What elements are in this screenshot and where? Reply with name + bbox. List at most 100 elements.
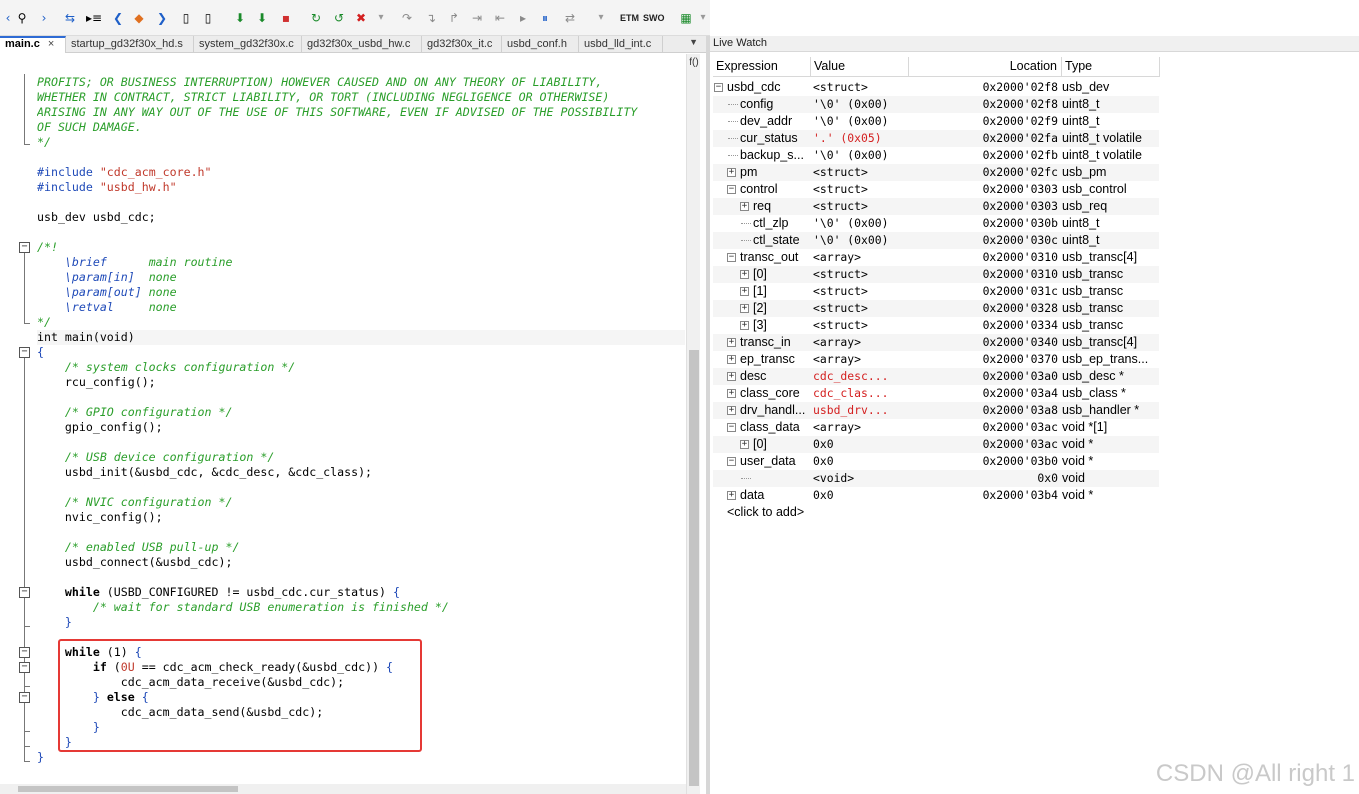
expand-icon[interactable]: + (740, 304, 749, 313)
watch-row[interactable]: dev_addr '\0' (0x00) 0x2000'02f9 uint8_t (713, 113, 1159, 130)
expand-icon[interactable]: + (740, 270, 749, 279)
watch-value[interactable]: usbd_drv... (813, 402, 907, 419)
tab-main-c[interactable]: main.c × (0, 36, 66, 53)
fold-toggle-icon[interactable]: − (19, 692, 30, 703)
watch-row[interactable]: + [0] 0x0 0x2000'03ac void * (713, 436, 1159, 453)
code-line[interactable]: #include "cdc_acm_core.h" (37, 165, 212, 180)
code-line[interactable]: /* NVIC configuration */ (37, 495, 233, 510)
code-line[interactable]: usb_dev usbd_cdc; (37, 210, 156, 225)
watch-value[interactable]: <struct> (813, 198, 907, 215)
next-statement-icon[interactable]: ⇥ (469, 10, 485, 26)
watch-value[interactable]: '\0' (0x00) (813, 215, 907, 232)
stop-icon[interactable]: ✖ (353, 10, 369, 26)
watch-value[interactable]: cdc_desc... (813, 368, 907, 385)
watch-value[interactable]: <struct> (813, 283, 907, 300)
code-line[interactable]: /* enabled USB pull-up */ (37, 540, 240, 555)
swo-button[interactable]: SWO (643, 13, 665, 23)
code-line[interactable]: /*! (37, 240, 58, 255)
watch-value[interactable]: <void> (813, 470, 907, 487)
reset-icon[interactable]: ↺ (331, 10, 347, 26)
watch-row[interactable]: cur_status '.' (0x05) 0x2000'02fa uint8_t v… (713, 130, 1159, 147)
expand-icon[interactable]: + (727, 338, 736, 347)
code-line[interactable]: */ (37, 315, 51, 330)
watch-value[interactable]: <array> (813, 419, 907, 436)
tab-system-gd32f30x[interactable]: system_gd32f30x.c (194, 36, 302, 53)
code-line[interactable]: nvic_config(); (37, 510, 163, 525)
fold-toggle-icon[interactable]: − (19, 647, 30, 658)
step-over-icon[interactable]: ↷ (399, 10, 415, 26)
watch-value[interactable]: '\0' (0x00) (813, 232, 907, 249)
download-green-icon[interactable]: ⬇ (254, 10, 270, 26)
watch-value[interactable]: '\0' (0x00) (813, 147, 907, 164)
watch-value[interactable]: <struct> (813, 181, 907, 198)
tab-usbd-lld-int[interactable]: usbd_lld_int.c (579, 36, 663, 53)
find-icon[interactable]: ⚲ (14, 10, 30, 26)
watch-value[interactable]: <struct> (813, 317, 907, 334)
watch-row[interactable]: backup_s... '\0' (0x00) 0x2000'02fb uint8_t… (713, 147, 1159, 164)
column-header-type[interactable]: Type (1062, 57, 1160, 77)
expand-icon[interactable]: + (727, 372, 736, 381)
dropdown-icon[interactable]: ▾ (378, 10, 384, 26)
code-line[interactable]: \param[out] none (37, 285, 177, 300)
code-line[interactable]: #include "usbd_hw.h" (37, 180, 177, 195)
step-into-icon[interactable]: ↴ (423, 10, 439, 26)
watch-row[interactable]: + desc cdc_desc... 0x2000'03a0 usb_desc * (713, 368, 1159, 385)
column-header-location[interactable]: Location (909, 57, 1062, 77)
code-line[interactable]: int main(void) (37, 330, 135, 345)
code-line[interactable]: /* wait for standard USB enumeration is … (37, 600, 449, 615)
tabs-dropdown-icon[interactable]: ▼ (689, 37, 698, 47)
step-out-icon[interactable]: ↱ (446, 10, 462, 26)
code-line[interactable]: /* GPIO configuration */ (37, 405, 233, 420)
code-line[interactable]: /* system clocks configuration */ (37, 360, 295, 375)
code-line[interactable]: \param[in] none (37, 270, 177, 285)
code-line[interactable]: \retval none (37, 300, 177, 315)
watch-value[interactable]: 0x0 (813, 436, 907, 453)
expand-icon[interactable]: + (740, 287, 749, 296)
watch-value[interactable]: <struct> (813, 266, 907, 283)
watch-value[interactable]: <struct> (813, 79, 907, 96)
collapse-icon[interactable]: − (727, 457, 736, 466)
scrollbar-thumb[interactable] (689, 350, 699, 786)
expand-icon[interactable]: + (727, 406, 736, 415)
collapse-icon[interactable]: − (727, 253, 736, 262)
expand-icon[interactable]: + (727, 389, 736, 398)
file-forward-icon[interactable]: ▯ (200, 10, 216, 26)
code-line[interactable]: rcu_config(); (37, 375, 156, 390)
watch-add-row[interactable]: <click to add> (713, 504, 1159, 521)
live-watch-panel[interactable]: Expression Value Location Type − usbd_cdc… (710, 52, 1359, 794)
code-line[interactable]: */ (37, 135, 51, 150)
watch-row[interactable]: <void> 0x0 void (713, 470, 1159, 487)
watch-value[interactable]: <struct> (813, 164, 907, 181)
watch-value[interactable]: <struct> (813, 300, 907, 317)
watch-row[interactable]: + drv_handl... usbd_drv... 0x2000'03a8 usb_h… (713, 402, 1159, 419)
watch-row[interactable]: + [3] <struct> 0x2000'0334 usb_transc (713, 317, 1159, 334)
expand-icon[interactable]: + (727, 491, 736, 500)
swap-icon[interactable]: ⇆ (62, 10, 78, 26)
code-line[interactable]: gpio_config(); (37, 420, 163, 435)
watch-row[interactable]: + [2] <struct> 0x2000'0328 usb_transc (713, 300, 1159, 317)
watch-row[interactable]: + [1] <struct> 0x2000'031c usb_transc (713, 283, 1159, 300)
editor-horizontal-scrollbar[interactable] (0, 784, 686, 794)
file-back-icon[interactable]: ▯ (178, 10, 194, 26)
watch-row[interactable]: + pm <struct> 0x2000'02fc usb_pm (713, 164, 1159, 181)
code-line[interactable]: usbd_init(&usbd_cdc, &cdc_desc, &cdc_cla… (37, 465, 372, 480)
watch-value[interactable]: <array> (813, 334, 907, 351)
download-icon[interactable]: ⬇ (232, 10, 248, 26)
chip-icon[interactable]: ▦ (678, 10, 694, 26)
watch-row[interactable]: + class_core cdc_clas... 0x2000'03a4 usb_cla… (713, 385, 1159, 402)
close-icon[interactable]: × (48, 38, 54, 50)
bookmark-icon[interactable]: ◆ (131, 10, 147, 26)
collapse-icon[interactable]: − (727, 185, 736, 194)
watch-value[interactable]: <array> (813, 249, 907, 266)
run-to-cursor-icon[interactable]: ⇤ (492, 10, 508, 26)
go-icon[interactable]: ↻ (308, 10, 324, 26)
column-header-value[interactable]: Value (811, 57, 909, 77)
scrollbar-thumb[interactable] (18, 786, 238, 792)
trace-icon[interactable]: ▪ (278, 10, 294, 26)
fold-toggle-icon[interactable]: − (19, 587, 30, 598)
watch-row[interactable]: − class_data <array> 0x2000'03ac void *[1] (713, 419, 1159, 436)
watch-row[interactable]: ctl_state '\0' (0x00) 0x2000'030c uint8_t (713, 232, 1159, 249)
forward-arrow-icon[interactable]: › (36, 10, 52, 26)
code-line[interactable]: ARISING IN ANY WAY OUT OF THE USE OF THI… (37, 105, 637, 120)
watch-value[interactable]: '\0' (0x00) (813, 96, 907, 113)
